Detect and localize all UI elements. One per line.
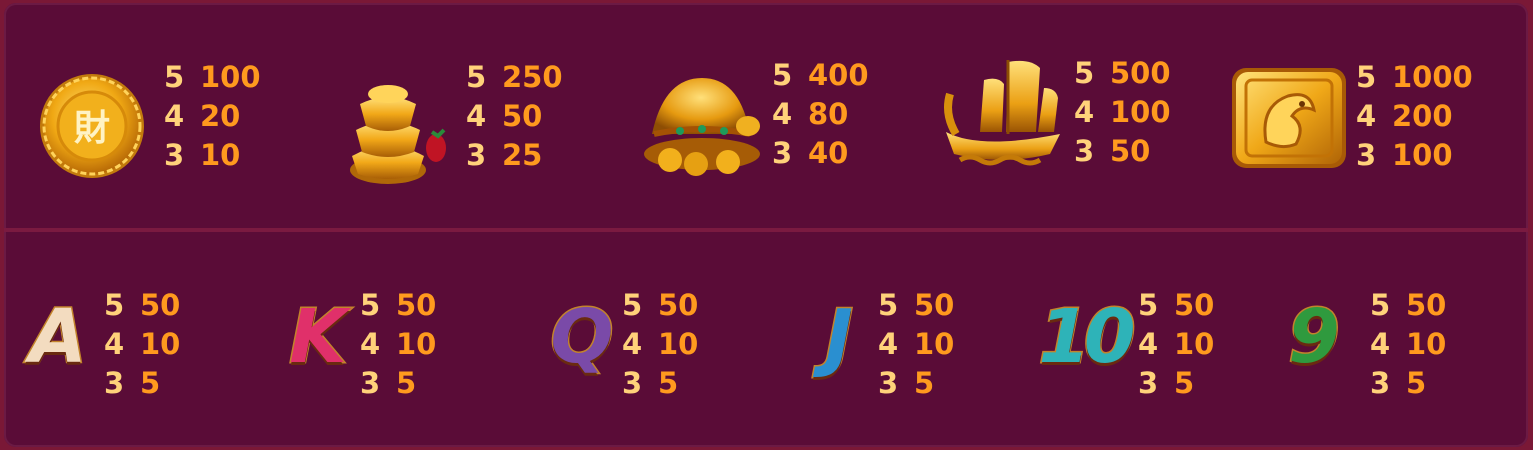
pay-value: 5	[658, 366, 679, 400]
pay-value: 100	[1392, 138, 1453, 172]
pay-value: 50	[1110, 134, 1151, 168]
pay-value: 10	[914, 327, 955, 361]
pay-count: 4	[1370, 327, 1391, 361]
pay-count: 5	[1370, 288, 1391, 322]
pay-value: 500	[1110, 56, 1171, 90]
pay-count: 5	[878, 288, 899, 322]
row-divider	[4, 228, 1528, 232]
pay-count: 3	[466, 138, 487, 172]
pay-value: 5	[140, 366, 161, 400]
pay-count: 5	[360, 288, 381, 322]
pay-value: 10	[396, 327, 437, 361]
pay-value: 50	[140, 288, 181, 322]
pay-value: 40	[808, 136, 849, 170]
pays-ingots: 5 250 4 50 3 25	[466, 58, 563, 175]
pay-value: 5	[396, 366, 417, 400]
pay-count: 5	[1356, 60, 1377, 94]
pays-A: 5 50 4 10 35	[104, 286, 180, 403]
pay-value: 5	[1174, 366, 1195, 400]
pay-count: 4	[622, 327, 643, 361]
pay-value: 5	[1406, 366, 1427, 400]
gold-ingots-icon	[350, 85, 446, 184]
pay-count: 4	[1356, 99, 1377, 133]
pay-count: 3	[1074, 134, 1095, 168]
pay-value: 10	[658, 327, 699, 361]
letter-q-icon: Q	[549, 293, 615, 382]
pay-count: 5	[1138, 288, 1159, 322]
pay-value: 50	[396, 288, 437, 322]
letter-j-icon: J	[824, 293, 855, 382]
pays-ship: 5 500 4 100 3 50	[1074, 54, 1171, 171]
number-9-icon: 9	[1287, 293, 1342, 382]
pay-count: 5	[772, 58, 793, 92]
pay-value: 250	[502, 60, 563, 94]
pay-value: 50	[1406, 288, 1447, 322]
pay-value: 1000	[1392, 60, 1473, 94]
gold-turtle-icon	[644, 78, 760, 176]
pay-value: 80	[808, 97, 849, 131]
pays-J: 5 50 4 10 35	[878, 286, 954, 403]
pays-fish-tile: 5 1000 4 200 3 100	[1356, 58, 1473, 175]
pay-count: 4	[772, 97, 793, 131]
pays-10: 5 50 4 10 35	[1138, 286, 1214, 403]
pay-value: 10	[200, 138, 241, 172]
pay-value: 20	[200, 99, 241, 133]
pay-count: 4	[1074, 95, 1095, 129]
gold-fish-tile-icon	[1232, 68, 1346, 168]
gold-coin-icon: 財	[40, 74, 144, 178]
pay-count: 3	[622, 366, 643, 400]
pay-count: 3	[772, 136, 793, 170]
pay-value: 25	[502, 138, 543, 172]
pay-value: 400	[808, 58, 869, 92]
pay-value: 10	[140, 327, 181, 361]
pay-count: 3	[360, 366, 381, 400]
letter-k-icon: K	[288, 293, 348, 382]
pay-count: 3	[164, 138, 185, 172]
pay-count: 3	[1356, 138, 1377, 172]
pay-count: 5	[466, 60, 487, 94]
pay-count: 4	[878, 327, 899, 361]
pays-Q: 5 50 4 10 35	[622, 286, 698, 403]
pay-count: 4	[1138, 327, 1159, 361]
pay-count: 3	[1138, 366, 1159, 400]
pay-value: 100	[1110, 95, 1171, 129]
pay-value: 50	[914, 288, 955, 322]
pay-value: 200	[1392, 99, 1453, 133]
number-10-icon: 10	[1037, 293, 1137, 382]
pay-value: 50	[658, 288, 699, 322]
pay-value: 5	[914, 366, 935, 400]
pay-count: 3	[1370, 366, 1391, 400]
pays-K: 5 50 4 10 35	[360, 286, 436, 403]
pay-count: 5	[104, 288, 125, 322]
pay-count: 4	[360, 327, 381, 361]
gold-ship-icon	[944, 60, 1060, 166]
letter-a-icon: A	[28, 293, 88, 382]
pay-count: 4	[104, 327, 125, 361]
pay-count: 3	[104, 366, 125, 400]
pay-count: 3	[878, 366, 899, 400]
pay-count: 4	[164, 99, 185, 133]
coin-glyph: 財	[74, 108, 110, 149]
pay-value: 50	[502, 99, 543, 133]
pay-value: 10	[1174, 327, 1215, 361]
pays-9: 5 50 4 10 35	[1370, 286, 1446, 403]
pay-value: 10	[1406, 327, 1447, 361]
pays-coin: 5 100 4 20 3 10	[164, 58, 261, 175]
pay-count: 4	[466, 99, 487, 133]
pay-count: 5	[1074, 56, 1095, 90]
pay-value: 100	[200, 60, 261, 94]
pays-turtle: 5 400 4 80 3 40	[772, 56, 869, 173]
pay-count: 5	[164, 60, 185, 94]
pay-value: 50	[1174, 288, 1215, 322]
pay-count: 5	[622, 288, 643, 322]
